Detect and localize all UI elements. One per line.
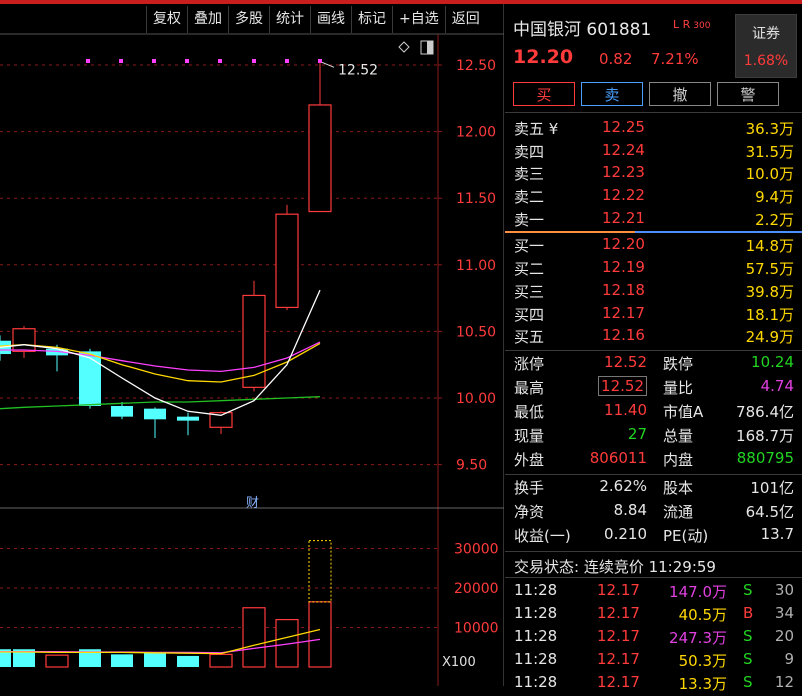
divider	[505, 474, 802, 475]
bid-row: 买三 12.18 39.8万	[514, 281, 794, 301]
finance-marker-label: 财	[246, 496, 259, 511]
diamond-icon	[398, 41, 410, 53]
tick-row: 11:28 12.17 50.3万 S 9	[514, 650, 794, 670]
quote-row-turnover: 换手 2.62% 股本 101亿	[514, 477, 794, 497]
back-button[interactable]: 返回	[444, 6, 486, 33]
volume-forecast-bar	[308, 540, 332, 603]
bid-row: 买一 12.20 14.8万	[514, 235, 794, 255]
quote-row-nav: 净资 8.84 流通 64.5亿	[514, 501, 794, 521]
quote-row-eps: 收益(一) 0.210 PE(动) 13.7	[514, 525, 794, 545]
quote-row-limit: 涨停 12.52 跌停 10.24	[514, 353, 794, 373]
quote-row-current: 现量 27 总量 168.7万	[514, 425, 794, 445]
bid-ask-divider	[505, 231, 802, 233]
volume-tick-label: 20000	[454, 581, 499, 597]
price-tick-label: 10.50	[456, 324, 496, 340]
sector-label: 证券	[752, 26, 780, 42]
volume-bar-up	[242, 607, 266, 668]
price-tick-label: 10.00	[456, 391, 496, 407]
divider	[505, 350, 802, 351]
restore-rights-button[interactable]: 复权	[146, 6, 187, 33]
bid-row: 买四 12.17 18.1万	[514, 304, 794, 324]
quote-row-high: 最高 12.52 量比 4.74	[514, 376, 794, 397]
price-tick-label: 9.50	[456, 458, 487, 474]
ask-row: 卖二 12.22 9.4万	[514, 186, 794, 206]
price-tick-label: 12.50	[456, 58, 496, 74]
add-watchlist-button[interactable]: +自选	[392, 6, 445, 33]
overlay-button[interactable]: 叠加	[187, 6, 228, 33]
volume-bar-up	[45, 654, 69, 668]
candle-body-up	[308, 104, 332, 213]
quote-row-low: 最低 11.40 市值A 786.4亿	[514, 401, 794, 421]
volume-bar-up	[209, 653, 233, 668]
price-tick-label: 11.50	[456, 191, 496, 207]
divider	[505, 577, 802, 578]
last-price: 12.20	[513, 46, 574, 68]
top-dot-marker	[185, 59, 189, 63]
ask-row: 卖五 ¥12.25 36.3万	[514, 118, 794, 138]
divider	[505, 112, 802, 113]
statistics-button[interactable]: 统计	[269, 6, 310, 33]
ask-row: 卖一 12.21 2.2万	[514, 209, 794, 229]
lr-badge: L R 300	[673, 18, 711, 31]
candle-body-down	[144, 408, 166, 420]
volume-tick-label: 30000	[454, 542, 499, 558]
candle-body-up	[242, 294, 266, 388]
top-dot-marker	[152, 59, 156, 63]
volume-bar-down	[111, 654, 133, 667]
candle-body-down	[177, 416, 199, 421]
high-price-label: 12.52	[338, 62, 378, 78]
tick-row: 11:28 12.17 247.3万 S 20	[514, 627, 794, 647]
candle-body-up	[275, 213, 299, 309]
sector-pct: 1.68%	[743, 53, 789, 69]
chart-toolbar: 复权 叠加 多股 统计 画线 标记 +自选 返回	[146, 6, 486, 33]
kline-chart[interactable]: 12.50 12.00 11.50 11.00 10.50 10.00 9.50 30000 2…	[0, 4, 504, 686]
high-value-box: 12.52	[598, 376, 647, 396]
price-change: 0.82	[599, 50, 633, 68]
trade-buttons: 买 卖 撤 警	[513, 82, 779, 106]
top-dot-marker	[119, 59, 123, 63]
bid-row: 买二 12.19 57.5万	[514, 258, 794, 278]
panel-toggle-icon-fill	[427, 41, 433, 54]
price-tick-label: 12.00	[456, 125, 496, 141]
quote-panel: 中国银河 601881 L R 300 证券 1.68% 12.20 0.82 7…	[505, 4, 802, 693]
tick-row: 11:28 12.17 40.5万 B 34	[514, 604, 794, 624]
cancel-order-button[interactable]: 撤	[649, 82, 711, 106]
quote-row-outer: 外盘 806011 内盘 880795	[514, 449, 794, 469]
tick-row: 11:28 12.17 147.0万 S 30	[514, 581, 794, 601]
ask-row: 卖三 12.23 10.0万	[514, 163, 794, 183]
sector-box[interactable]: 证券 1.68%	[735, 14, 797, 78]
trade-status: 交易状态: 连续竞价 11:29:59	[514, 558, 716, 576]
sell-button[interactable]: 卖	[581, 82, 643, 106]
buy-button[interactable]: 买	[513, 82, 575, 106]
alert-button[interactable]: 警	[717, 82, 779, 106]
top-dot-marker	[285, 59, 289, 63]
tick-row: 11:28 12.17 13.3万 S 12	[514, 673, 794, 693]
draw-line-button[interactable]: 画线	[310, 6, 351, 33]
candle-body-up	[12, 328, 36, 352]
mark-button[interactable]: 标记	[351, 6, 392, 33]
bid-row: 买五 12.16 24.9万	[514, 326, 794, 346]
multi-stock-button[interactable]: 多股	[228, 6, 269, 33]
volume-bar-up	[308, 601, 332, 668]
top-dot-marker	[218, 59, 222, 63]
divider	[505, 551, 802, 552]
top-dot-marker	[252, 59, 256, 63]
volume-bar-down	[177, 655, 199, 667]
volume-unit-label: X100	[442, 655, 476, 670]
volume-ma-yellow	[0, 628, 321, 655]
volume-bar-down	[144, 652, 166, 667]
stock-title: 中国银河 601881	[513, 20, 652, 40]
price-tick-label: 11.00	[456, 258, 496, 274]
price-change-pct: 7.21%	[651, 50, 699, 68]
volume-tick-label: 10000	[454, 621, 499, 637]
top-dot-marker	[86, 59, 90, 63]
ask-row: 卖四 12.24 31.5万	[514, 141, 794, 161]
candle-body-down	[111, 405, 133, 417]
candle-body-down	[79, 351, 101, 406]
ma-line-green	[0, 396, 321, 410]
